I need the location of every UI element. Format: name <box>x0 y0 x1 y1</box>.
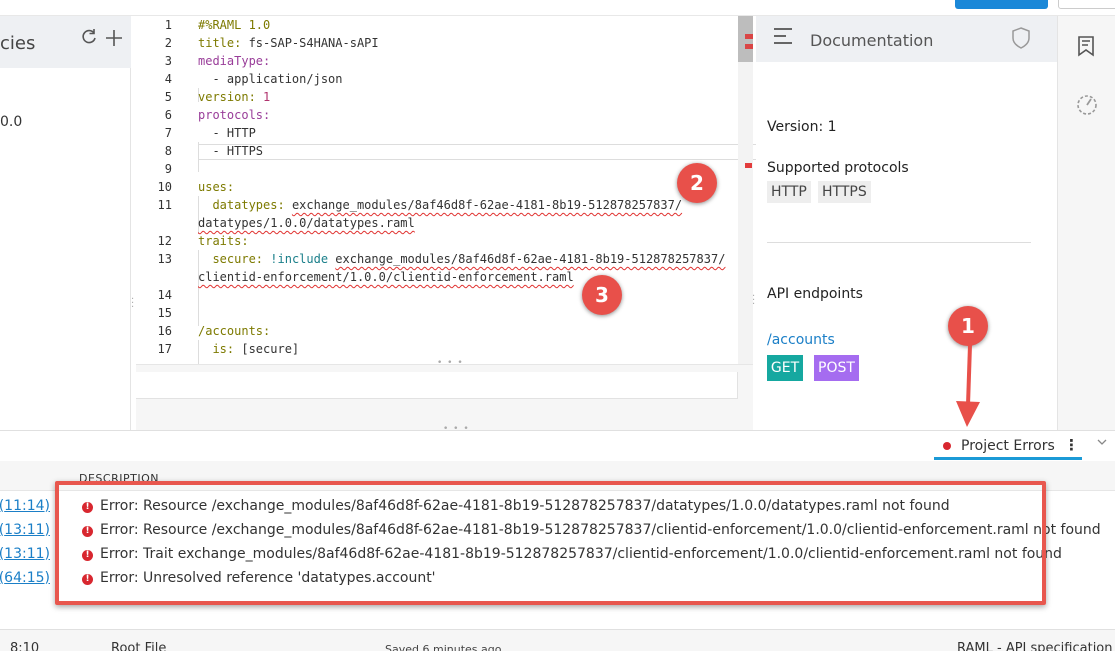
code-line: - HTTP <box>198 126 256 140</box>
resize-handle-editor[interactable]: • • • <box>437 358 464 368</box>
line-number: 7 <box>164 126 172 140</box>
error-marker[interactable] <box>745 34 753 39</box>
dependencies-panel <box>0 16 131 430</box>
documentation-title: Documentation <box>810 31 934 50</box>
method-post-button[interactable]: POST <box>814 355 859 381</box>
resource-link[interactable]: /accounts <box>767 332 835 348</box>
line-number: 9 <box>164 162 172 176</box>
code-line: secure: !include exchange_modules/8af46d… <box>198 252 726 266</box>
annotation-badge-1: 1 <box>948 306 988 346</box>
kebab-icon[interactable]: ⋮ <box>1064 436 1079 454</box>
saved-status: Saved 6 minutes ago <box>385 643 502 651</box>
editor-scrollbar-thumb[interactable] <box>738 16 753 62</box>
method-get-button[interactable]: GET <box>767 355 803 381</box>
code-line: mediaType: <box>198 54 271 68</box>
active-tab-indicator <box>934 457 1082 460</box>
root-file-label: Root File <box>111 641 167 651</box>
annotation-badge-2: 2 <box>677 163 717 203</box>
shield-icon[interactable] <box>1010 26 1032 54</box>
code-line: protocols: <box>198 108 271 122</box>
doc-divider <box>767 242 1031 243</box>
chevron-down-icon[interactable] <box>1096 436 1108 452</box>
error-status-dot <box>943 442 951 450</box>
code-editor[interactable]: 1 #%RAML 1.0 2 title: fs-SAP-S4HANA-sAPI 3 me… <box>136 16 753 364</box>
plus-icon[interactable] <box>105 28 123 53</box>
publish-button[interactable] <box>955 0 1048 9</box>
right-rail <box>1057 16 1115 430</box>
file-type-label: RAML - API specification <box>957 641 1113 651</box>
annotation-badge-3: 3 <box>582 275 622 315</box>
code-line: - application/json <box>198 72 343 86</box>
top-bar <box>0 0 1115 16</box>
line-number: 11 <box>157 198 172 212</box>
dependencies-title: cies <box>0 33 36 54</box>
protocol-chip: HTTP <box>767 181 811 203</box>
code-line: title: fs-SAP-S4HANA-sAPI <box>198 36 379 50</box>
current-line-highlight <box>198 144 814 160</box>
cursor-position: 8:10 <box>10 641 40 651</box>
gauge-icon[interactable] <box>1075 93 1099 121</box>
line-number: 8 <box>164 144 172 158</box>
menu-icon[interactable] <box>774 28 792 49</box>
error-location-link[interactable]: (13:11) <box>0 522 50 538</box>
error-location-link[interactable]: (64:15) <box>0 570 50 586</box>
doc-endpoints-label: API endpoints <box>767 286 863 302</box>
code-line: version: 1 <box>198 90 271 104</box>
tab-project-errors[interactable]: Project Errors <box>961 438 1055 454</box>
status-bar <box>0 629 1115 651</box>
line-number: 16 <box>157 324 172 338</box>
doc-protocols-label: Supported protocols <box>767 160 909 176</box>
line-number: 6 <box>164 108 172 122</box>
annotation-highlight-box <box>55 481 1046 605</box>
code-line: traits: <box>198 234 249 248</box>
line-number: 4 <box>164 72 172 86</box>
line-number: 3 <box>164 54 172 68</box>
refresh-icon[interactable] <box>80 28 98 51</box>
bookmark-icon[interactable] <box>1075 34 1097 62</box>
line-number: 15 <box>157 306 172 320</box>
resize-handle-left[interactable]: · · · <box>131 295 134 313</box>
editor-scrollbar-track[interactable] <box>738 62 753 364</box>
line-number: 10 <box>157 180 172 194</box>
error-location-link[interactable]: (13:11) <box>0 546 50 562</box>
code-line: /accounts: <box>198 324 271 338</box>
error-location-link[interactable]: (11:14) <box>0 498 50 514</box>
code-line-wrapped: clientid-enforcement/1.0.0/clientid-enfo… <box>198 270 574 284</box>
dependency-version: 0.0 <box>0 114 23 130</box>
line-number: 17 <box>157 342 172 356</box>
code-line-wrapped: datatypes/1.0.0/datatypes.raml <box>198 216 415 230</box>
resize-handle-doc[interactable]: · · · <box>752 292 755 310</box>
code-line: #%RAML 1.0 <box>198 18 271 32</box>
top-secondary-button[interactable] <box>1058 0 1115 9</box>
line-number: 13 <box>157 252 172 266</box>
line-number: 12 <box>157 234 172 248</box>
doc-version: Version: 1 <box>767 119 837 135</box>
line-number: 2 <box>164 36 172 50</box>
code-line: datatypes: exchange_modules/8af46d8f-62a… <box>198 198 683 212</box>
error-marker[interactable] <box>745 44 753 49</box>
line-number: 5 <box>164 90 172 104</box>
code-line: uses: <box>198 180 235 194</box>
editor-lower-pane <box>136 372 738 399</box>
error-marker[interactable] <box>745 163 752 168</box>
code-line: is: [secure] <box>198 342 300 356</box>
annotation-arrow <box>948 343 988 437</box>
protocol-chip: HTTPS <box>818 181 871 203</box>
line-number: 1 <box>164 18 172 32</box>
line-number: 14 <box>157 288 172 302</box>
